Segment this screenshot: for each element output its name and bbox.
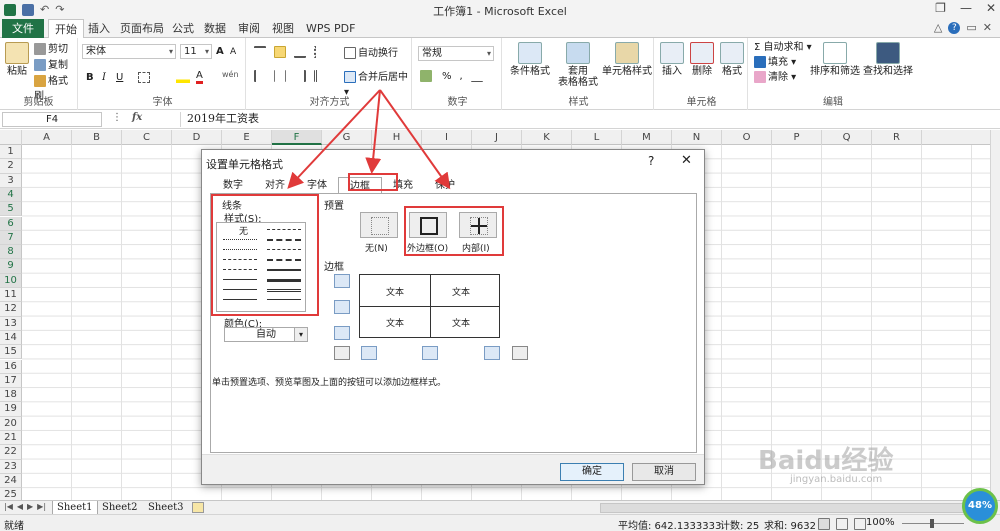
last-sheet-icon[interactable]: ▶| <box>37 502 46 511</box>
annotation-arrow <box>379 89 451 190</box>
zoom-level[interactable]: 100% <box>866 517 895 528</box>
watermark-url: jingyan.baidu.com <box>790 474 883 485</box>
watermark-logo: Baidu经验 <box>758 446 894 476</box>
sheet-tab-2[interactable]: Sheet2 <box>98 501 142 515</box>
sheet-nav-buttons: |◀ ◀ ▶ ▶| <box>4 502 46 511</box>
progress-badge[interactable]: 48% <box>962 488 998 524</box>
status-ready: 就绪 <box>4 521 24 531</box>
prev-sheet-icon[interactable]: ◀ <box>17 502 23 511</box>
status-average: 平均值: 642.1333333 <box>618 521 722 531</box>
view-buttons <box>818 518 868 530</box>
new-sheet-icon[interactable] <box>192 502 204 513</box>
annotation-arrow <box>287 89 381 189</box>
page-break-icon[interactable] <box>854 518 866 530</box>
annotation-arrow <box>365 89 382 174</box>
status-sum: 求和: 9632 <box>764 521 816 531</box>
status-bar: 就绪 平均值: 642.1333333 计数: 25 求和: 9632 100% <box>0 514 1000 531</box>
first-sheet-icon[interactable]: |◀ <box>4 502 13 511</box>
sheet-tab-bar: |◀ ◀ ▶ ▶| Sheet1 Sheet2 Sheet3 <box>0 500 1000 515</box>
next-sheet-icon[interactable]: ▶ <box>27 502 33 511</box>
status-count: 计数: 25 <box>720 521 760 531</box>
horizontal-scrollbar[interactable] <box>600 503 976 513</box>
sheet-tab-3[interactable]: Sheet3 <box>144 501 188 515</box>
sheet-tab-1[interactable]: Sheet1 <box>52 501 98 515</box>
zoom-slider-handle[interactable] <box>930 519 934 528</box>
normal-view-icon[interactable] <box>818 518 830 530</box>
page-layout-icon[interactable] <box>836 518 848 530</box>
